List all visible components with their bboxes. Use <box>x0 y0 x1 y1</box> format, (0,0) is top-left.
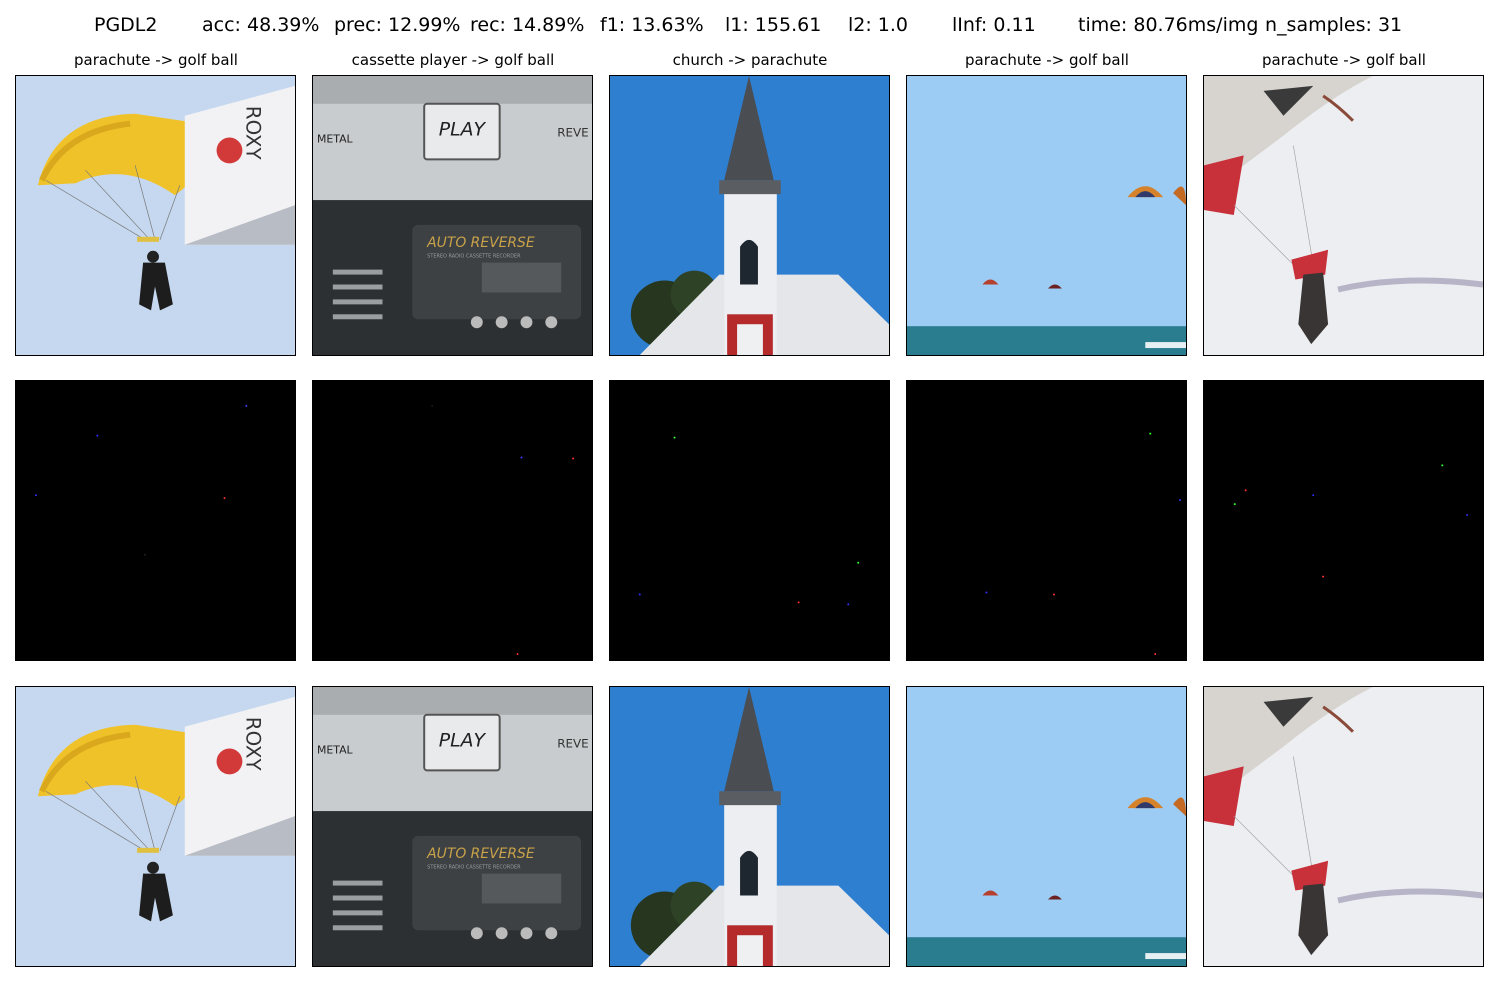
column-title-3: church -> parachute <box>672 51 828 69</box>
column-title-1: parachute -> golf ball <box>74 51 238 69</box>
linf-metric: lInf: 0.11 <box>952 14 1036 36</box>
adversarial-image-4 <box>906 686 1187 967</box>
reverse-label: REVE <box>557 737 588 751</box>
auto-reverse-label: AUTO REVERSE <box>426 846 535 862</box>
metal-label: METAL <box>317 744 354 757</box>
method-name: PGDL2 <box>94 14 158 36</box>
adversarial-image-2: PLAY METAL REVE AUTO REVERSE STEREO RADI… <box>312 686 593 967</box>
perturbation-image-5 <box>1203 380 1484 661</box>
column-title-5: parachute -> golf ball <box>1262 51 1426 69</box>
accuracy-metric: acc: 48.39% <box>202 14 320 36</box>
metal-label: METAL <box>317 133 354 146</box>
reverse-label: REVE <box>557 126 588 140</box>
precision-metric: prec: 12.99% <box>334 14 461 36</box>
perturbation-image-1 <box>15 380 296 661</box>
original-image-1: ROXY <box>15 75 296 356</box>
f1-metric: f1: 13.63% <box>600 14 704 36</box>
adversarial-image-5 <box>1203 686 1484 967</box>
column-title-2: cassette player -> golf ball <box>351 51 555 69</box>
adversarial-image-3 <box>609 686 890 967</box>
adversarial-image-1: ROXY <box>15 686 296 967</box>
original-image-3 <box>609 75 890 356</box>
recorder-label: STEREO RADIO CASSETTE RECORDER <box>427 254 521 260</box>
column-title-4: parachute -> golf ball <box>965 51 1129 69</box>
samples-metric: n_samples: 31 <box>1265 14 1403 36</box>
auto-reverse-label: AUTO REVERSE <box>426 235 535 251</box>
l2-metric: l2: 1.0 <box>848 14 909 36</box>
metrics-header: PGDL2 acc: 48.39% prec: 12.99% rec: 14.8… <box>0 14 1500 44</box>
perturbation-image-3 <box>609 380 890 661</box>
play-label: PLAY <box>439 119 487 141</box>
original-image-5 <box>1203 75 1484 356</box>
play-label: PLAY <box>439 730 487 752</box>
recall-metric: rec: 14.89% <box>470 14 585 36</box>
l1-metric: l1: 155.61 <box>725 14 822 36</box>
banner-text: ROXY <box>241 717 264 772</box>
perturbation-image-2 <box>312 380 593 661</box>
banner-text: ROXY <box>241 106 264 161</box>
original-image-4 <box>906 75 1187 356</box>
original-image-2: PLAY METAL REVE AUTO REVERSE STEREO RADI… <box>312 75 593 356</box>
time-metric: time: 80.76ms/img <box>1078 14 1259 36</box>
perturbation-image-4 <box>906 380 1187 661</box>
recorder-label: STEREO RADIO CASSETTE RECORDER <box>427 865 521 871</box>
